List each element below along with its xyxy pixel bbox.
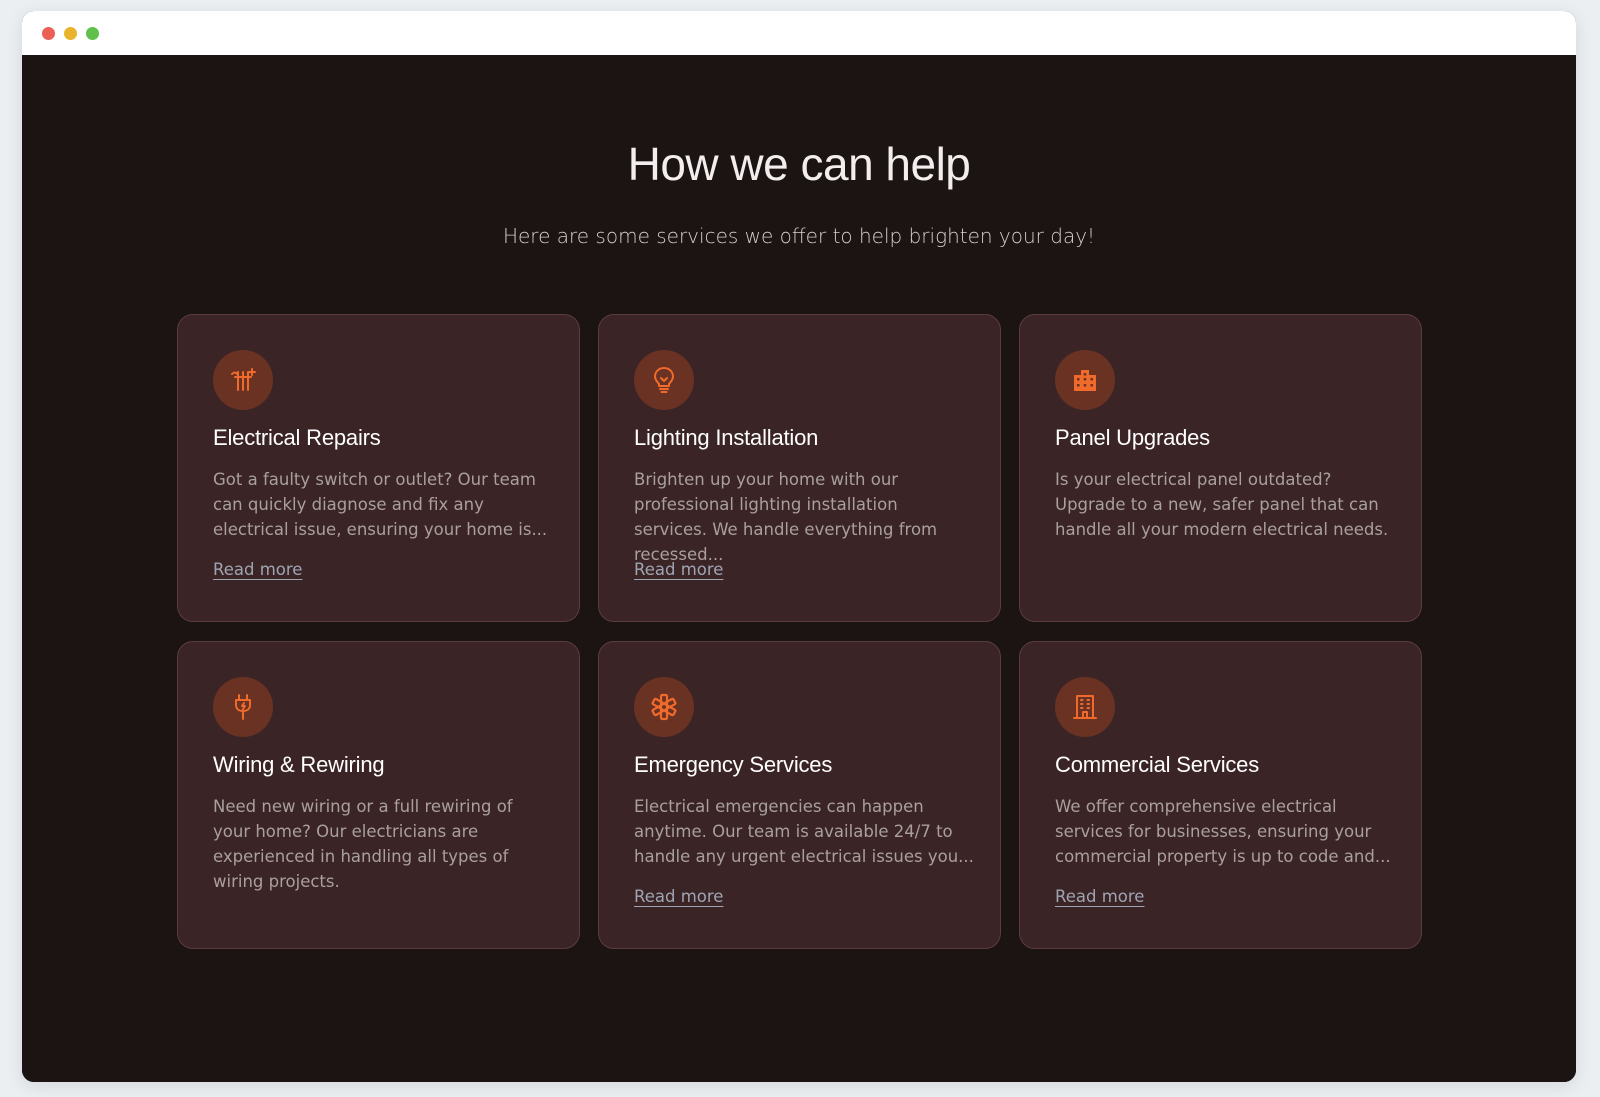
lightbulb-icon xyxy=(634,350,694,410)
service-description: Is your electrical panel outdated? Upgra… xyxy=(1055,470,1389,539)
section-title: How we can help xyxy=(627,138,971,190)
window-titlebar xyxy=(22,11,1576,55)
browser-window: How we can help Here are some services w… xyxy=(22,11,1576,1082)
read-more-link[interactable]: Read more xyxy=(213,560,302,579)
minimize-window-button[interactable] xyxy=(64,27,77,40)
service-title: Panel Upgrades xyxy=(1055,425,1210,450)
section-subtitle: Here are some services we offer to help … xyxy=(502,224,1096,248)
building-blocks-icon xyxy=(1055,350,1115,410)
service-card-wiring-rewiring: Wiring & Rewiring Need new wiring or a f… xyxy=(177,641,580,949)
service-title: Lighting Installation xyxy=(634,425,819,450)
close-window-button[interactable] xyxy=(42,27,55,40)
service-card-lighting-installation: Lighting Installation Brighten up your h… xyxy=(598,314,1001,622)
service-description: Got a faulty switch or outlet? Our team … xyxy=(213,470,548,539)
service-title: Emergency Services xyxy=(634,752,833,777)
office-building-icon xyxy=(1055,677,1115,737)
electrical-tools-icon xyxy=(213,350,273,410)
service-description: We offer comprehensive electrical servic… xyxy=(1055,797,1391,866)
asterisk-icon xyxy=(634,677,694,737)
service-card-panel-upgrades: Panel Upgrades Is your electrical panel … xyxy=(1019,314,1422,622)
read-more-link[interactable]: Read more xyxy=(634,887,723,906)
services-section: How we can help Here are some services w… xyxy=(22,55,1576,1082)
plug-icon xyxy=(213,677,273,737)
read-more-link[interactable]: Read more xyxy=(634,560,723,579)
services-grid: Electrical Repairs Got a faulty switch o… xyxy=(177,314,1423,949)
maximize-window-button[interactable] xyxy=(86,27,99,40)
read-more-link[interactable]: Read more xyxy=(1055,887,1144,906)
service-description: Need new wiring or a full rewiring of yo… xyxy=(213,797,513,891)
service-title: Electrical Repairs xyxy=(213,425,381,450)
service-title: Wiring & Rewiring xyxy=(213,752,385,777)
service-description: Brighten up your home with our professio… xyxy=(634,470,938,564)
service-card-electrical-repairs: Electrical Repairs Got a faulty switch o… xyxy=(177,314,580,622)
service-card-emergency-services: Emergency Services Electrical emergencie… xyxy=(598,641,1001,949)
service-description: Electrical emergencies can happen anytim… xyxy=(634,797,974,866)
service-title: Commercial Services xyxy=(1055,752,1260,777)
service-card-commercial-services: Commercial Services We offer comprehensi… xyxy=(1019,641,1422,949)
